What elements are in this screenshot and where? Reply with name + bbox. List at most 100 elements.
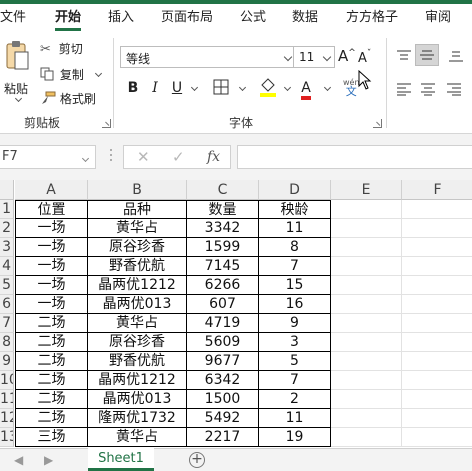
row-header[interactable]: 1 bbox=[0, 200, 14, 219]
table-cell[interactable]: 晶两优1212 bbox=[88, 276, 187, 295]
column-header-c[interactable]: C bbox=[187, 180, 259, 200]
align-left-icon[interactable] bbox=[396, 82, 412, 96]
name-box[interactable]: F7 bbox=[0, 145, 96, 169]
table-cell[interactable]: 9677 bbox=[187, 352, 259, 371]
row-header[interactable]: 12 bbox=[0, 409, 14, 428]
empty-cell[interactable] bbox=[331, 295, 402, 314]
table-cell[interactable]: 一场 bbox=[15, 238, 88, 257]
table-cell[interactable]: 黄华占 bbox=[88, 219, 187, 238]
format-painter-button[interactable]: 格式刷 bbox=[40, 90, 96, 107]
table-cell[interactable]: 二场 bbox=[15, 371, 88, 390]
bold-button[interactable]: B bbox=[126, 77, 140, 99]
table-cell[interactable]: 晶两优1212 bbox=[88, 371, 187, 390]
table-cell[interactable]: 1500 bbox=[187, 390, 259, 409]
row-header[interactable]: 5 bbox=[0, 276, 14, 295]
empty-cell[interactable] bbox=[331, 428, 402, 447]
table-cell[interactable]: 秧龄 bbox=[259, 200, 331, 219]
empty-cell[interactable] bbox=[331, 371, 402, 390]
column-header-a[interactable]: A bbox=[15, 180, 88, 200]
add-sheet-button[interactable]: + bbox=[189, 452, 205, 468]
italic-button[interactable]: I bbox=[149, 77, 161, 99]
table-cell[interactable]: 晶两优013 bbox=[88, 295, 187, 314]
column-header-f[interactable]: F bbox=[402, 180, 472, 200]
table-cell[interactable]: 2 bbox=[259, 390, 331, 409]
table-cell[interactable]: 位置 bbox=[15, 200, 88, 219]
font-size-select[interactable]: 11 bbox=[293, 46, 335, 68]
table-cell[interactable]: 5 bbox=[259, 352, 331, 371]
table-cell[interactable]: 6266 bbox=[187, 276, 259, 295]
empty-cell[interactable] bbox=[331, 314, 402, 333]
fill-color-button[interactable] bbox=[258, 77, 278, 99]
table-cell[interactable]: 4719 bbox=[187, 314, 259, 333]
row-header[interactable]: 3 bbox=[0, 238, 14, 257]
empty-cell[interactable] bbox=[402, 276, 472, 295]
empty-cell[interactable] bbox=[402, 238, 472, 257]
table-cell[interactable]: 1599 bbox=[187, 238, 259, 257]
table-cell[interactable]: 607 bbox=[187, 295, 259, 314]
table-cell[interactable]: 9 bbox=[259, 314, 331, 333]
table-cell[interactable]: 11 bbox=[259, 219, 331, 238]
empty-cell[interactable] bbox=[402, 371, 472, 390]
align-center-icon[interactable] bbox=[420, 82, 436, 96]
chevron-down-icon[interactable] bbox=[81, 154, 90, 163]
tab-file[interactable]: 文件 bbox=[0, 4, 26, 32]
table-cell[interactable]: 原谷珍香 bbox=[88, 238, 187, 257]
table-cell[interactable]: 品种 bbox=[88, 200, 187, 219]
cut-button[interactable]: ✂ 剪切 bbox=[40, 40, 83, 57]
row-header[interactable]: 6 bbox=[0, 295, 14, 314]
row-header[interactable]: 4 bbox=[0, 257, 14, 276]
tab-review[interactable]: 审阅 bbox=[425, 4, 451, 32]
empty-cell[interactable] bbox=[402, 219, 472, 238]
empty-cell[interactable] bbox=[402, 409, 472, 428]
confirm-icon[interactable]: ✓ bbox=[172, 148, 185, 166]
table-cell[interactable]: 5492 bbox=[187, 409, 259, 428]
table-cell[interactable]: 原谷珍香 bbox=[88, 333, 187, 352]
empty-cell[interactable] bbox=[331, 238, 402, 257]
tab-data[interactable]: 数据 bbox=[292, 4, 318, 32]
table-cell[interactable]: 野香优航 bbox=[88, 352, 187, 371]
table-cell[interactable]: 16 bbox=[259, 295, 331, 314]
align-top-icon[interactable] bbox=[396, 49, 412, 63]
table-cell[interactable]: 8 bbox=[259, 238, 331, 257]
paste-button[interactable]: 粘贴 bbox=[2, 40, 32, 103]
table-cell[interactable]: 三场 bbox=[15, 428, 88, 447]
chevron-down-icon[interactable] bbox=[323, 83, 332, 92]
empty-cell[interactable] bbox=[402, 352, 472, 371]
table-cell[interactable]: 隆两优1732 bbox=[88, 409, 187, 428]
tab-page-layout[interactable]: 页面布局 bbox=[161, 4, 213, 32]
clipboard-launcher[interactable] bbox=[102, 119, 111, 128]
table-cell[interactable]: 15 bbox=[259, 276, 331, 295]
cancel-icon[interactable]: ✕ bbox=[137, 148, 150, 166]
grow-font-button[interactable]: A^ bbox=[338, 47, 356, 65]
copy-button[interactable]: 复制 bbox=[40, 66, 102, 83]
empty-cell[interactable] bbox=[331, 257, 402, 276]
table-cell[interactable]: 7 bbox=[259, 371, 331, 390]
align-middle-button[interactable] bbox=[415, 44, 439, 66]
tab-home[interactable]: 开始 bbox=[55, 4, 82, 32]
table-cell[interactable]: 野香优航 bbox=[88, 257, 187, 276]
table-cell[interactable]: 黄华占 bbox=[88, 314, 187, 333]
empty-cell[interactable] bbox=[331, 200, 402, 219]
empty-cell[interactable] bbox=[331, 276, 402, 295]
row-header[interactable]: 11 bbox=[0, 390, 14, 409]
table-cell[interactable]: 一场 bbox=[15, 295, 88, 314]
table-cell[interactable]: 二场 bbox=[15, 409, 88, 428]
table-cell[interactable]: 一场 bbox=[15, 219, 88, 238]
table-cell[interactable]: 5609 bbox=[187, 333, 259, 352]
font-launcher[interactable] bbox=[373, 119, 382, 128]
row-header[interactable]: 13 bbox=[0, 428, 14, 447]
worksheet-grid[interactable]: A B C D E F 1 位置 品种 数量 秧龄 2 一场 黄华占 3342 11 3 一场 原谷珍香 1599 8 4… bbox=[0, 180, 472, 448]
row-header[interactable]: 8 bbox=[0, 333, 14, 352]
empty-cell[interactable] bbox=[402, 428, 472, 447]
shrink-font-button[interactable]: Aˇ bbox=[358, 49, 371, 66]
table-cell[interactable]: 黄华占 bbox=[88, 428, 187, 447]
table-cell[interactable]: 一场 bbox=[15, 257, 88, 276]
select-all-corner[interactable] bbox=[0, 180, 14, 200]
align-bottom-icon[interactable] bbox=[448, 49, 464, 63]
table-cell[interactable]: 晶两优013 bbox=[88, 390, 187, 409]
table-cell[interactable]: 6342 bbox=[187, 371, 259, 390]
row-header[interactable]: 9 bbox=[0, 352, 14, 371]
table-cell[interactable]: 2217 bbox=[187, 428, 259, 447]
row-header[interactable]: 7 bbox=[0, 314, 14, 333]
empty-cell[interactable] bbox=[402, 333, 472, 352]
